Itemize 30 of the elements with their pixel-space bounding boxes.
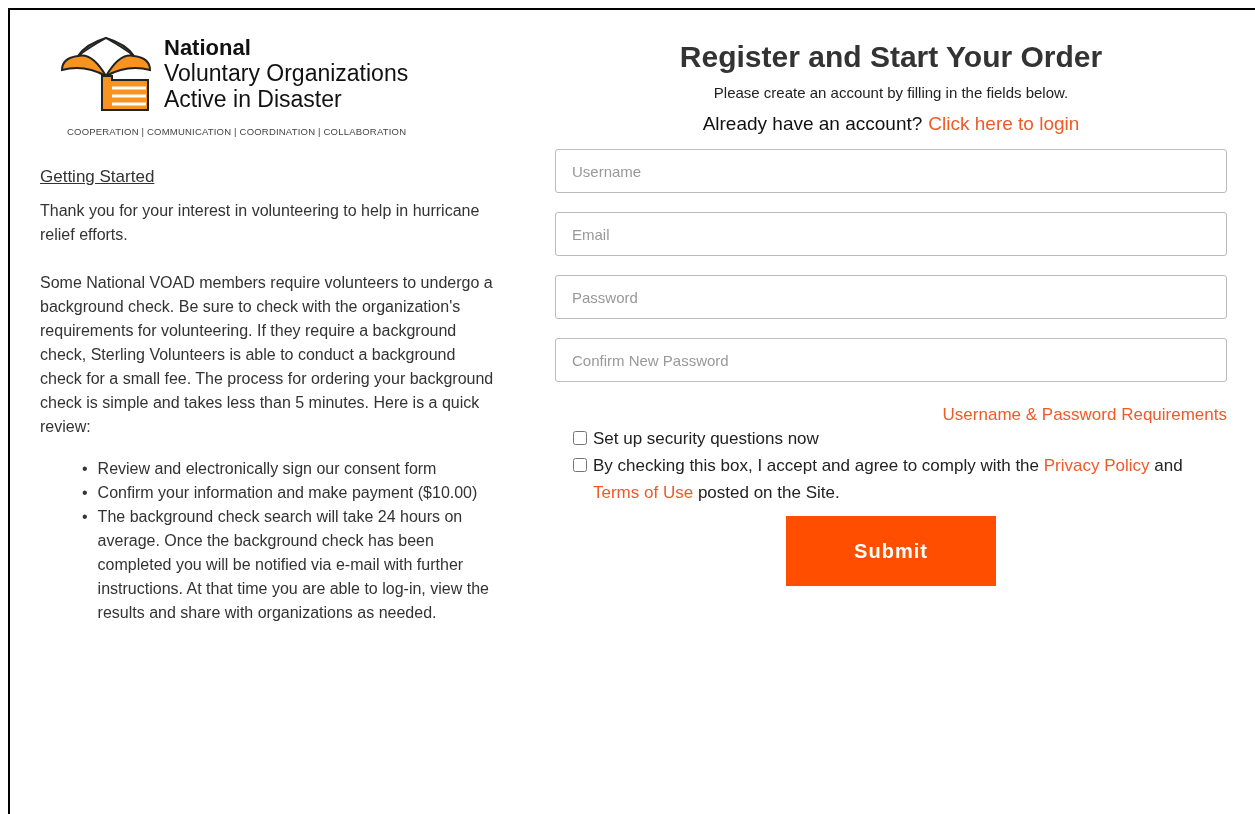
bullet-item: The background check search will take 24 hours on average. Once the background check has been completed you will be notified via e-mail with further instructions. At that time you are able to log-in, view the results and share with organizations as needed. [97, 507, 490, 623]
agreement-text: By checking this box, I accept and agree to comply with the Privacy Policy and Terms of Use posted on the Site. [593, 455, 1184, 504]
bullet-marker: • [82, 459, 88, 479]
checkbox[interactable] [573, 431, 587, 445]
bullet-item: Review and electronically sign our consent form [97, 459, 437, 479]
login-link[interactable]: Click here to login [928, 113, 1080, 135]
form-subtitle: Please create an account by filling in the fields below. [712, 84, 1070, 101]
section-heading: Getting Started [40, 167, 156, 187]
input-field[interactable]: Email [555, 212, 1227, 256]
privacy-policy-link[interactable]: Privacy Policy [1043, 456, 1150, 475]
intro-paragraph: Thank you for your interest in volunteering to help in hurricane relief efforts. [40, 201, 481, 245]
bullet-marker: • [82, 507, 88, 527]
bullet-marker: • [82, 483, 88, 503]
terms-link[interactable]: Terms of Use [593, 483, 694, 502]
checkbox[interactable] [573, 458, 587, 472]
form-title: Register and Start Your Order [678, 40, 1104, 74]
login-prompt: Already have an account? [702, 113, 923, 135]
checkbox-label: Set up security questions now [593, 428, 819, 450]
submit-button[interactable]: Submit [786, 516, 996, 586]
bullet-item: Confirm your information and make payment ($10.00) [97, 483, 478, 503]
input-field[interactable]: Confirm New Password [555, 338, 1227, 382]
logo-subtitle: Voluntary Organizations [164, 60, 409, 86]
logo-icon [58, 34, 154, 114]
input-field[interactable]: Username [555, 149, 1227, 193]
logo-title: National [164, 36, 252, 60]
logo-subtitle: Active in Disaster [164, 86, 343, 112]
requirements-link[interactable]: Username & Password Requirements [942, 405, 1227, 425]
intro-paragraph: Some National VOAD members require volunteers to undergo a background check. Be sure to check with the organization's requirements for volunteering. If they require a background check, Sterling Volunteers is able to conduct a background check for a small fee. The process for ordering your background check is simple and takes less than 5 minutes. Here is a quick review: [40, 273, 495, 437]
logo-tagline: COOPERATION | COMMUNICATION | COORDINATION | COLLABORATION [67, 126, 408, 137]
input-field[interactable]: Password [555, 275, 1227, 319]
